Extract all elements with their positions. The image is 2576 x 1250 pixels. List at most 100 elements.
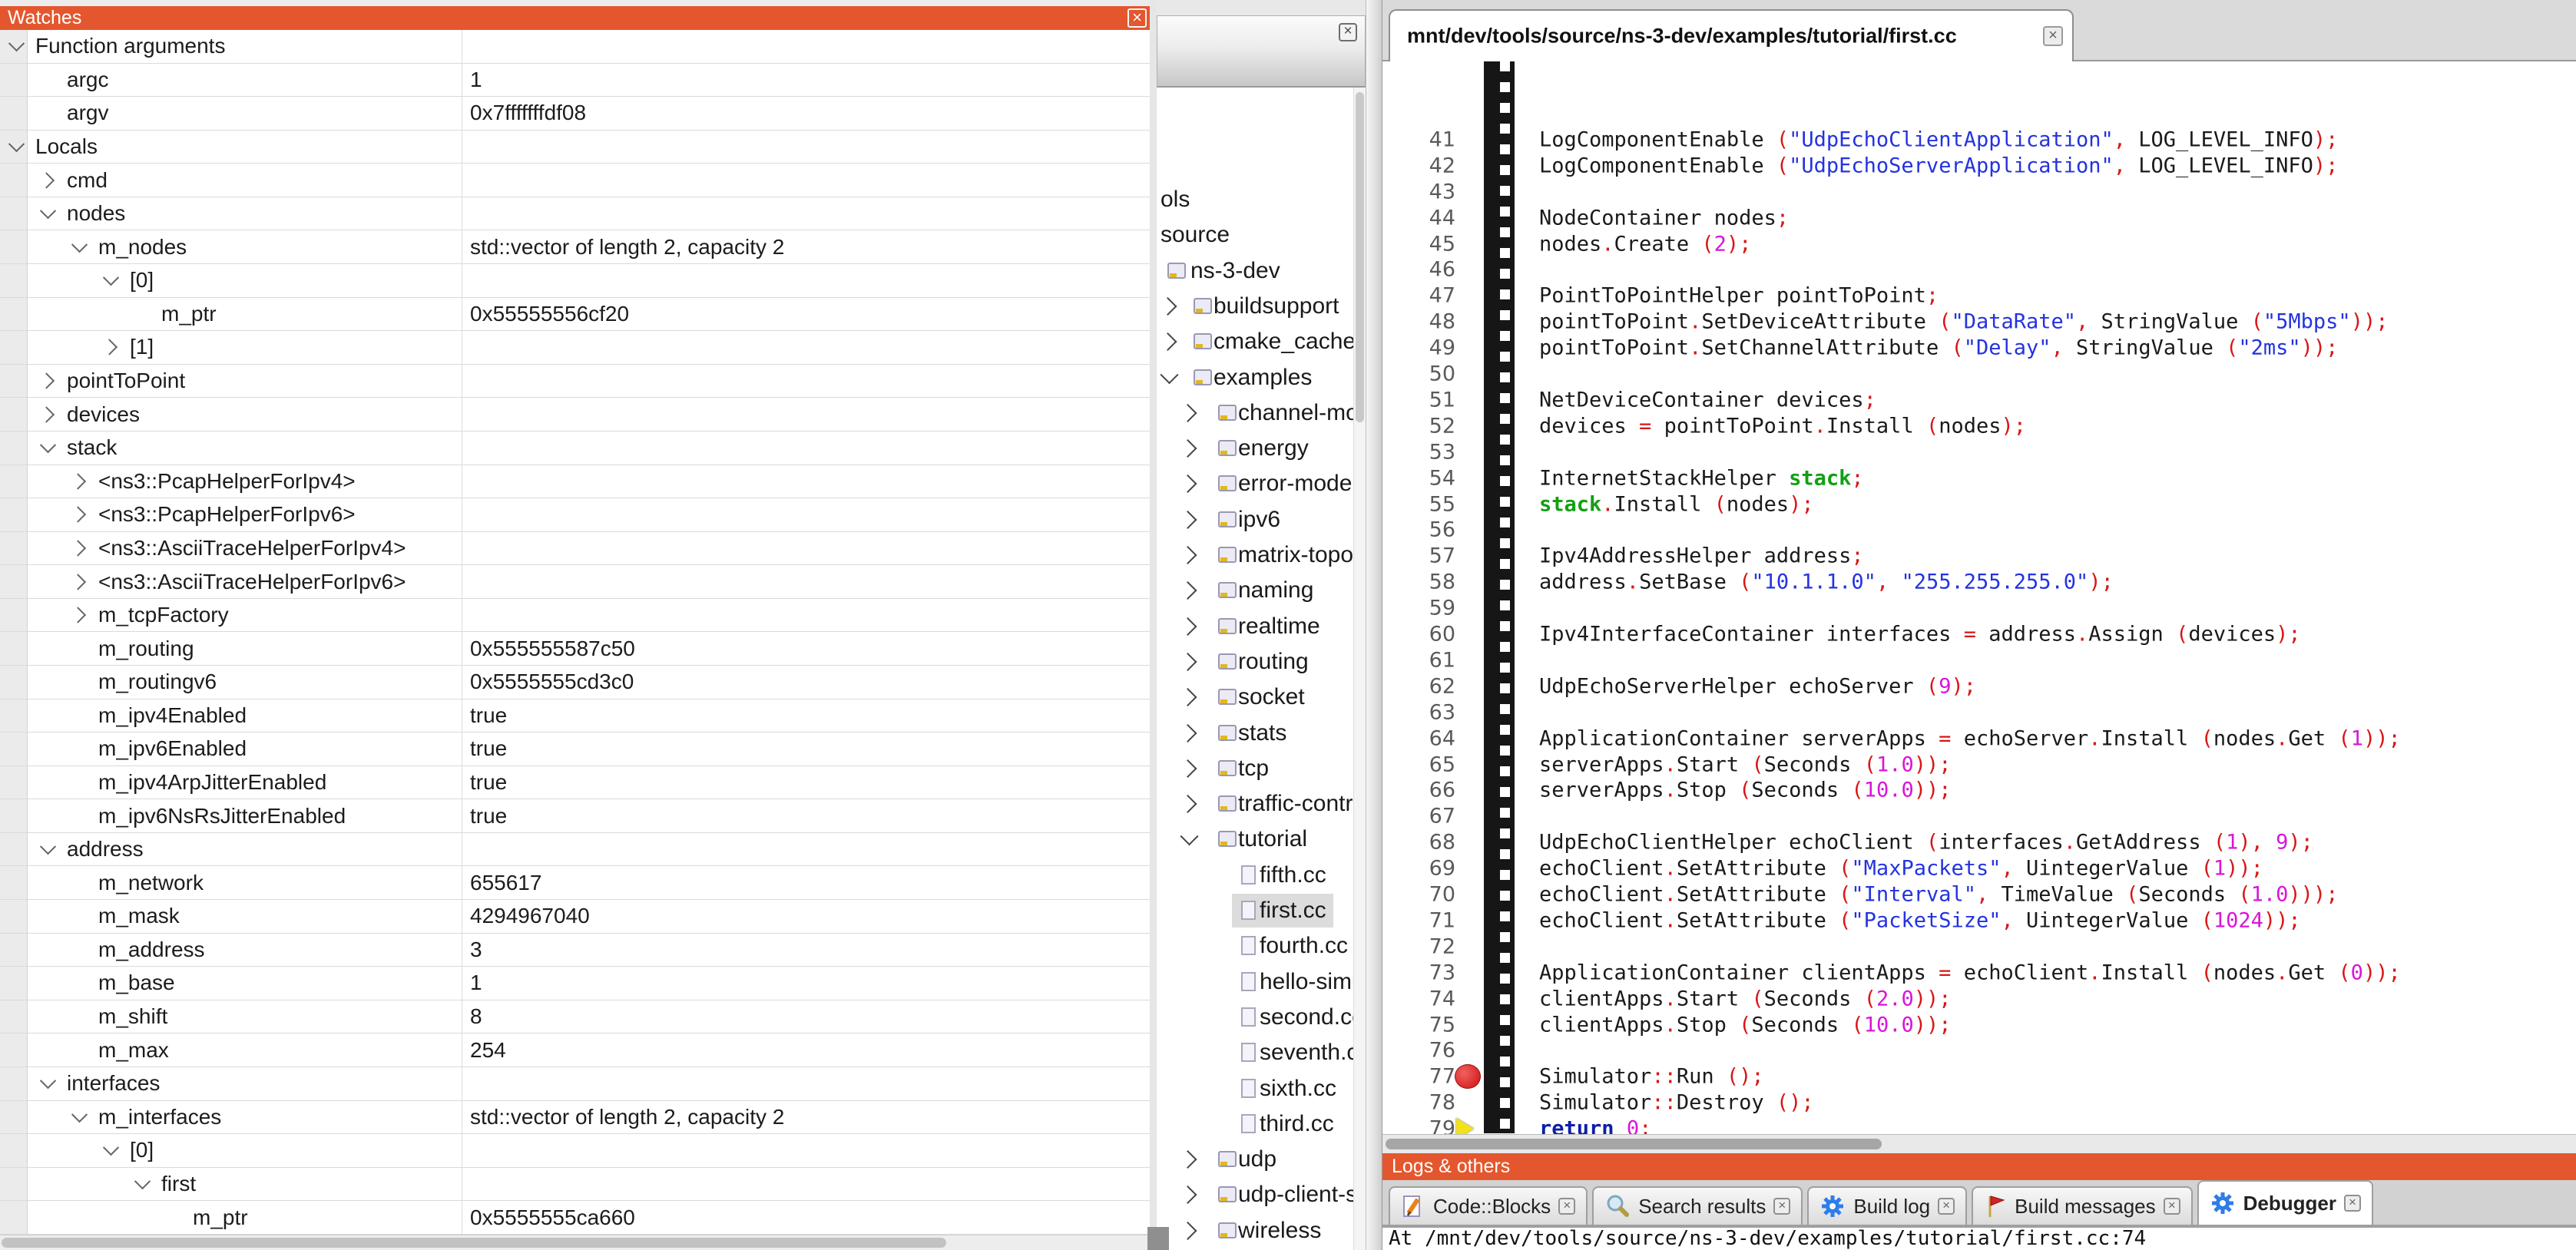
line-number[interactable]: 41	[1382, 127, 1455, 151]
line-number[interactable]: 48	[1382, 310, 1455, 334]
line-number[interactable]: 46	[1382, 258, 1455, 282]
chevron-right-icon[interactable]	[1178, 475, 1197, 493]
watch-row[interactable]: devices	[0, 398, 1150, 432]
chevron-down-icon[interactable]	[103, 1139, 119, 1156]
chevron-right-icon[interactable]	[1178, 688, 1197, 706]
chevron-right-icon[interactable]	[1178, 759, 1197, 778]
watch-row[interactable]: m_ipv6NsRsJitterEnabledtrue	[0, 799, 1150, 833]
logs-tab-debugger[interactable]: Debugger	[2197, 1180, 2373, 1225]
watch-row[interactable]: Locals	[0, 131, 1150, 164]
line-number[interactable]: 44	[1382, 206, 1455, 230]
line-number[interactable]: 72	[1382, 934, 1455, 958]
chevron-right-icon[interactable]	[1178, 653, 1197, 671]
line-number[interactable]: 55	[1382, 492, 1455, 516]
tree-vertical-scrollbar[interactable]	[1353, 88, 1366, 1250]
line-number[interactable]: 76	[1382, 1039, 1455, 1063]
chevron-right-icon[interactable]	[1178, 1186, 1197, 1204]
tree-item-channel-mod[interactable]: channel-mod	[1157, 396, 1353, 430]
tree-item-buildsupport[interactable]: buildsupport	[1157, 289, 1353, 323]
watch-row[interactable]: <ns3::AsciiTraceHelperForIpv4>	[0, 532, 1150, 566]
chevron-down-icon[interactable]	[71, 1106, 88, 1123]
chevron-right-icon[interactable]	[70, 540, 86, 556]
chevron-right-icon[interactable]	[38, 406, 55, 422]
close-icon[interactable]	[1938, 1198, 1955, 1215]
line-number[interactable]: 70	[1382, 883, 1455, 907]
tree-item-tutorial[interactable]: tutorial	[1157, 822, 1353, 856]
editor-horizontal-scrollbar[interactable]	[1382, 1134, 2576, 1153]
watch-row[interactable]: m_base1	[0, 967, 1150, 1000]
editor-scrollbar-thumb[interactable]	[1386, 1139, 1882, 1149]
chevron-right-icon[interactable]	[1178, 617, 1197, 636]
watches-tree-splitter[interactable]	[1150, 0, 1157, 1250]
watch-row[interactable]: <ns3::PcapHelperForIpv4>	[0, 465, 1150, 499]
chevron-down-icon[interactable]	[1180, 828, 1198, 846]
line-number[interactable]: 61	[1382, 648, 1455, 672]
line-number[interactable]: 64	[1382, 726, 1455, 750]
chevron-right-icon[interactable]	[101, 339, 118, 355]
tree-item-ipv6[interactable]: ipv6	[1157, 503, 1353, 537]
line-number[interactable]: 58	[1382, 570, 1455, 594]
watch-row[interactable]: m_shift8	[0, 1000, 1150, 1034]
close-icon[interactable]	[2164, 1198, 2180, 1215]
chevron-right-icon[interactable]	[1178, 404, 1197, 422]
line-number[interactable]: 63	[1382, 700, 1455, 724]
tree-item-udp[interactable]: udp	[1157, 1143, 1353, 1176]
tree-item-source[interactable]: source	[1157, 218, 1353, 252]
tree-item-traffic-contro[interactable]: traffic-contro	[1157, 787, 1353, 821]
line-number[interactable]: 65	[1382, 752, 1455, 776]
tree-item-socket[interactable]: socket	[1157, 680, 1353, 714]
line-number[interactable]: 54	[1382, 466, 1455, 490]
line-number[interactable]: 49	[1382, 336, 1455, 360]
close-icon[interactable]	[1773, 1198, 1790, 1215]
tree-item-routing[interactable]: routing	[1157, 645, 1353, 679]
watch-row[interactable]: address	[0, 833, 1150, 867]
editor-tab-first-cc[interactable]: mnt/dev/tools/source/ns-3-dev/examples/t…	[1389, 9, 2074, 61]
chevron-down-icon[interactable]	[103, 270, 119, 286]
splitter-handle[interactable]	[1147, 1227, 1169, 1250]
tree-item-ols[interactable]: ols	[1157, 183, 1353, 217]
line-number[interactable]: 79	[1382, 1117, 1455, 1134]
close-icon[interactable]	[2344, 1195, 2361, 1212]
breakpoint-icon[interactable]	[1455, 1064, 1481, 1089]
chevron-down-icon[interactable]	[1160, 365, 1178, 384]
watch-row[interactable]: m_ptr0x55555556cf20	[0, 298, 1150, 332]
tree-item-cmake-cache[interactable]: cmake_cache	[1157, 325, 1353, 359]
watch-row[interactable]: stack	[0, 432, 1150, 465]
line-number[interactable]: 42	[1382, 154, 1455, 177]
watch-row[interactable]: [0]	[0, 264, 1150, 298]
watch-row[interactable]: m_ptr0x5555555ca660	[0, 1201, 1150, 1235]
line-number[interactable]: 69	[1382, 857, 1455, 881]
watch-row[interactable]: m_routing0x555555587c50	[0, 632, 1150, 666]
line-number[interactable]: 47	[1382, 284, 1455, 308]
tree-item-ns-3-dev[interactable]: ns-3-dev	[1157, 254, 1353, 288]
tree-item-fifth-cc[interactable]: fifth.cc	[1157, 858, 1353, 892]
tree-item-matrix-topolo[interactable]: matrix-topolo	[1157, 538, 1353, 572]
tree-item-udp-client-ser[interactable]: udp-client-ser	[1157, 1178, 1353, 1212]
chevron-right-icon[interactable]	[38, 372, 55, 389]
watch-row[interactable]: <ns3::AsciiTraceHelperForIpv6>	[0, 565, 1150, 599]
tree-item-fourth-cc[interactable]: fourth.cc	[1157, 929, 1353, 963]
line-number[interactable]: 67	[1382, 805, 1455, 828]
watch-row[interactable]: argc1	[0, 64, 1150, 98]
chevron-right-icon[interactable]	[1178, 511, 1197, 529]
line-number[interactable]: 62	[1382, 674, 1455, 698]
watch-row[interactable]: m_tcpFactory	[0, 599, 1150, 633]
chevron-right-icon[interactable]	[70, 574, 86, 590]
watch-row[interactable]: m_network655617	[0, 866, 1150, 900]
chevron-down-icon[interactable]	[40, 838, 56, 855]
chevron-right-icon[interactable]	[70, 507, 86, 523]
line-number[interactable]: 78	[1382, 1091, 1455, 1115]
watch-row[interactable]: m_mask4294967040	[0, 900, 1150, 934]
line-number[interactable]: 45	[1382, 232, 1455, 256]
close-icon[interactable]	[1339, 23, 1357, 41]
watch-row[interactable]: Function arguments	[0, 30, 1150, 64]
line-number[interactable]: 66	[1382, 779, 1455, 802]
close-icon[interactable]	[1558, 1198, 1575, 1215]
logs-tab-code-blocks[interactable]: Code::Blocks	[1389, 1186, 1588, 1225]
tree-item-hello-simul[interactable]: hello-simul	[1157, 965, 1353, 999]
line-number[interactable]: 74	[1382, 987, 1455, 1010]
tree-item-energy[interactable]: energy	[1157, 432, 1353, 465]
watch-row[interactable]: argv0x7fffffffdf08	[0, 97, 1150, 131]
tree-scrollbar-thumb[interactable]	[1356, 92, 1364, 422]
chevron-right-icon[interactable]	[1178, 1222, 1197, 1240]
